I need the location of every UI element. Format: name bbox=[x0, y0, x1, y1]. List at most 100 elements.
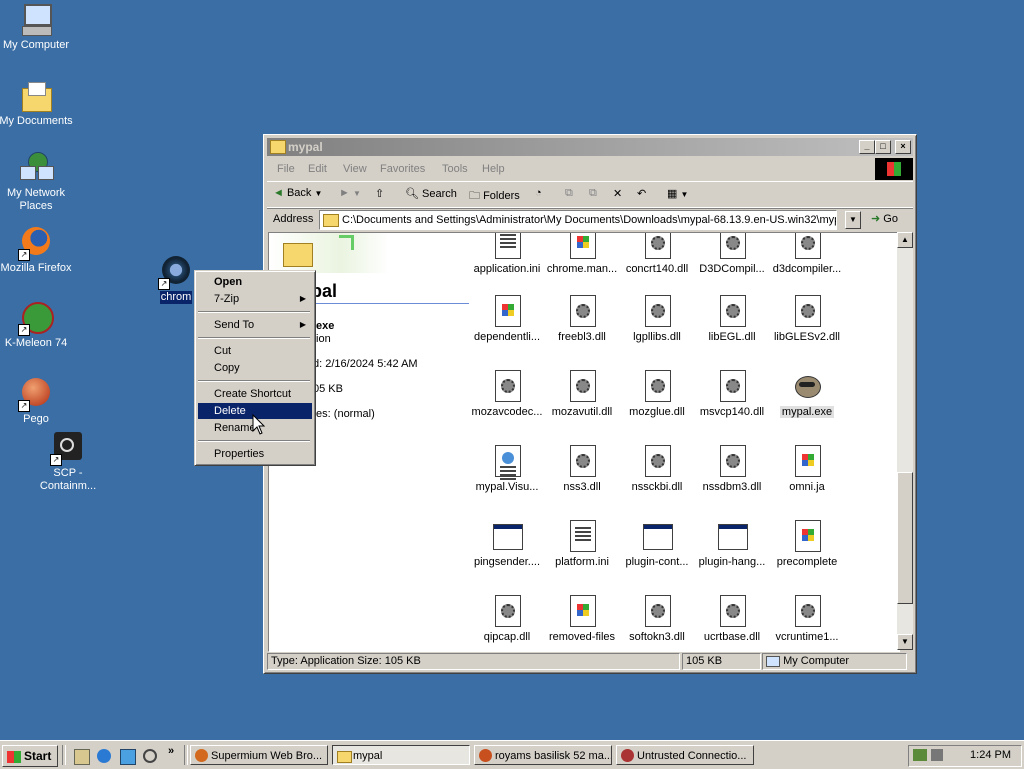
maximize-button[interactable]: □ bbox=[875, 140, 891, 154]
show-desktop-icon[interactable] bbox=[74, 749, 90, 765]
status-info: Type: Application Size: 105 KB bbox=[267, 653, 680, 670]
desktop-icon-chrom-selected[interactable]: ↗ chrom bbox=[156, 256, 196, 304]
taskbar-item-supermium[interactable]: Supermium Web Bro... bbox=[190, 745, 328, 765]
file-item[interactable]: plugin-cont... bbox=[617, 520, 697, 568]
desktop-icon-my-computer[interactable]: My Computer bbox=[0, 4, 74, 52]
file-item[interactable]: application.ini bbox=[467, 233, 547, 275]
copy-to-button[interactable]: ⧉ bbox=[589, 187, 597, 200]
desktop-icon-pego[interactable]: ↗ Pego bbox=[0, 378, 74, 426]
delete-button[interactable]: ✕ bbox=[613, 187, 622, 200]
scroll-thumb[interactable] bbox=[897, 472, 913, 604]
file-item-selected[interactable]: mypal.exe bbox=[767, 370, 847, 418]
menu-item-label: Send To bbox=[214, 319, 255, 331]
menu-tools[interactable]: Tools bbox=[442, 163, 468, 175]
quick-launch-chevron-icon[interactable]: » bbox=[168, 745, 174, 757]
file-item[interactable]: libEGL.dll bbox=[692, 295, 772, 343]
taskbar-item-mypal[interactable]: mypal bbox=[332, 745, 470, 765]
up-folder-button[interactable]: ⇧ bbox=[375, 187, 384, 200]
file-item[interactable]: mozavutil.dll bbox=[542, 370, 622, 418]
file-item[interactable]: ucrtbase.dll bbox=[692, 595, 772, 643]
file-item[interactable]: concrt140.dll bbox=[617, 233, 697, 275]
submenu-arrow-icon: ▶ bbox=[299, 294, 306, 303]
go-button[interactable]: ➜ Go bbox=[871, 212, 898, 225]
volume-icon[interactable] bbox=[931, 749, 943, 761]
internet-explorer-icon[interactable] bbox=[97, 749, 111, 763]
task-label: Supermium Web Bro... bbox=[211, 750, 323, 762]
desktop-icon-mozilla-firefox[interactable]: ↗ Mozilla Firefox bbox=[0, 227, 74, 275]
file-item[interactable]: mozglue.dll bbox=[617, 370, 697, 418]
back-button[interactable]: ◄ Back ▼ bbox=[273, 187, 322, 199]
menu-edit[interactable]: Edit bbox=[308, 163, 327, 175]
undo-button[interactable]: ↶ bbox=[637, 187, 646, 200]
views-button[interactable]: ▦ ▼ bbox=[667, 187, 688, 200]
explorer-window: mypal _ □ × File Edit View Favorites Too… bbox=[263, 134, 917, 674]
menu-separator bbox=[198, 311, 310, 313]
outlook-express-icon[interactable] bbox=[120, 749, 136, 765]
file-item[interactable]: libGLESv2.dll bbox=[767, 295, 847, 343]
file-item[interactable]: softokn3.dll bbox=[617, 595, 697, 643]
scroll-up-button[interactable]: ▲ bbox=[897, 232, 913, 248]
menu-item-copy[interactable]: Copy bbox=[198, 360, 312, 376]
menu-item-cut[interactable]: Cut bbox=[198, 343, 312, 359]
menu-help[interactable]: Help bbox=[482, 163, 505, 175]
file-item[interactable]: nss3.dll bbox=[542, 445, 622, 493]
file-item[interactable]: nssdbm3.dll bbox=[692, 445, 772, 493]
menu-item-send-to[interactable]: Send To ▶ bbox=[198, 317, 312, 333]
file-item[interactable]: d3dcompiler... bbox=[767, 233, 847, 275]
menu-view[interactable]: View bbox=[343, 163, 367, 175]
file-item[interactable]: omni.ja bbox=[767, 445, 847, 493]
clock[interactable]: 1:24 PM bbox=[970, 749, 1011, 761]
folder-icon bbox=[323, 213, 339, 227]
address-dropdown-button[interactable]: ▼ bbox=[845, 211, 861, 229]
desktop-icon-label: K-Meleon 74 bbox=[4, 337, 68, 349]
vertical-scrollbar[interactable]: ▲ ▼ bbox=[897, 232, 913, 650]
file-item[interactable]: mypal.Visu... bbox=[467, 445, 547, 493]
search-icon[interactable] bbox=[143, 749, 157, 763]
desktop-icon-scp[interactable]: ↗ SCP - Containm... bbox=[30, 432, 106, 493]
minimize-button[interactable]: _ bbox=[859, 140, 875, 154]
close-button[interactable]: × bbox=[895, 140, 911, 154]
folders-icon: 🗀 bbox=[469, 190, 480, 202]
start-label: Start bbox=[24, 749, 52, 763]
folders-button[interactable]: 🗀 Folders bbox=[469, 187, 520, 206]
file-item[interactable]: pingsender.... bbox=[467, 520, 547, 568]
taskbar-item-untrusted[interactable]: Untrusted Connectio... bbox=[616, 745, 754, 765]
desktop-icon-my-documents[interactable]: My Documents bbox=[0, 80, 74, 128]
file-item[interactable]: freebl3.dll bbox=[542, 295, 622, 343]
file-item[interactable]: chrome.man... bbox=[542, 233, 622, 275]
address-input[interactable]: C:\Documents and Settings\Administrator\… bbox=[319, 210, 837, 230]
file-item[interactable]: qipcap.dll bbox=[467, 595, 547, 643]
menu-item-7zip[interactable]: 7-Zip ▶ bbox=[198, 291, 312, 307]
menu-favorites[interactable]: Favorites bbox=[380, 163, 425, 175]
file-item[interactable]: lgpllibs.dll bbox=[617, 295, 697, 343]
safely-remove-icon[interactable] bbox=[913, 749, 927, 761]
search-button[interactable]: 🔍︎ Search bbox=[405, 187, 457, 200]
taskbar-item-basilisk[interactable]: royams basilisk 52 ma... bbox=[474, 745, 612, 765]
start-button[interactable]: Start bbox=[2, 745, 58, 767]
file-item[interactable]: vcruntime1... bbox=[767, 595, 847, 643]
menu-item-create-shortcut[interactable]: Create Shortcut bbox=[198, 386, 312, 402]
file-item[interactable]: msvcp140.dll bbox=[692, 370, 772, 418]
file-item[interactable]: removed-files bbox=[542, 595, 622, 643]
file-item[interactable]: mozavcodec... bbox=[467, 370, 547, 418]
desktop-icon-k-meleon[interactable]: ↗ K-Meleon 74 bbox=[0, 302, 74, 350]
menu-item-open[interactable]: Open bbox=[198, 274, 312, 290]
history-button[interactable]: ◔ bbox=[535, 187, 542, 199]
network-icon bbox=[20, 152, 54, 184]
file-item[interactable]: precomplete bbox=[767, 520, 847, 568]
file-item[interactable]: platform.ini bbox=[542, 520, 622, 568]
desktop-icon-my-network-places[interactable]: My Network Places bbox=[0, 152, 74, 213]
file-item[interactable]: plugin-hang... bbox=[692, 520, 772, 568]
menu-item-properties[interactable]: Properties bbox=[198, 446, 312, 462]
window-titlebar[interactable]: mypal _ □ × bbox=[267, 138, 913, 156]
file-item[interactable]: nssckbi.dll bbox=[617, 445, 697, 493]
scroll-down-button[interactable]: ▼ bbox=[897, 634, 913, 650]
search-label: Search bbox=[422, 188, 457, 200]
file-item[interactable]: dependentli... bbox=[467, 295, 547, 343]
forward-button[interactable]: ► ▼ bbox=[339, 187, 361, 199]
windows-file-icon bbox=[493, 295, 521, 327]
menu-file[interactable]: File bbox=[277, 163, 295, 175]
app-icon bbox=[493, 520, 523, 552]
file-item[interactable]: D3DCompil... bbox=[692, 233, 772, 275]
move-to-button[interactable]: ⧉ bbox=[565, 187, 573, 200]
